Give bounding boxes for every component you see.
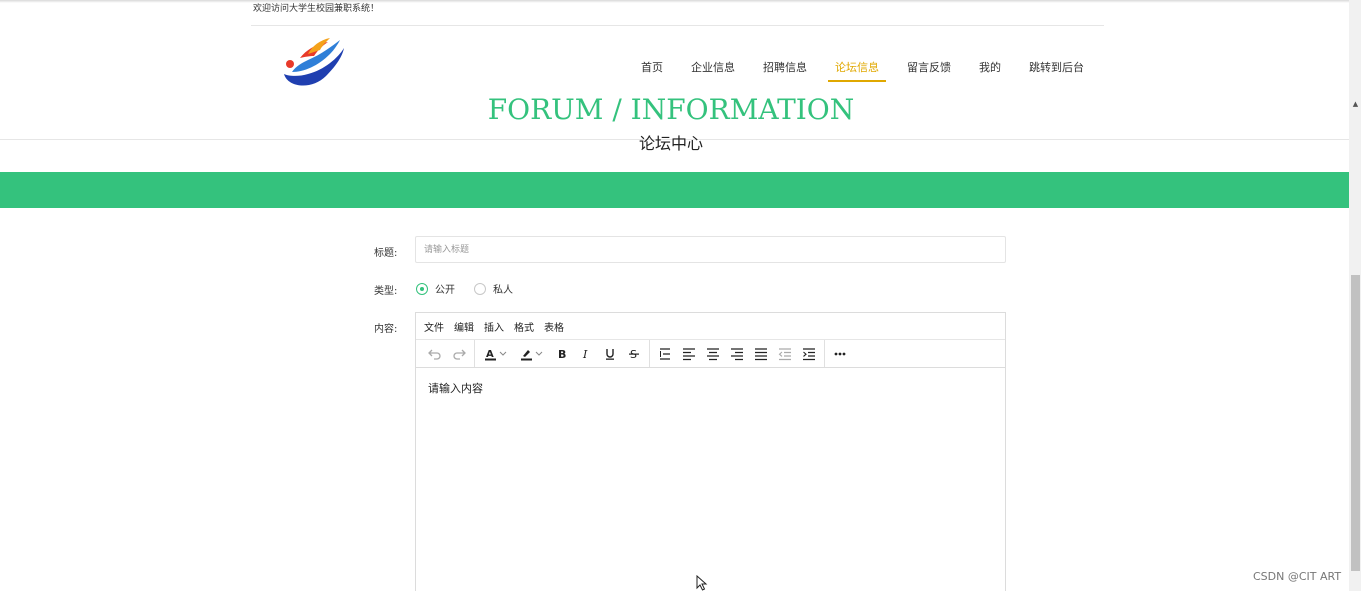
align-right-icon	[731, 347, 743, 360]
top-divider	[251, 25, 1104, 26]
mouse-cursor-icon	[696, 575, 708, 591]
svg-text:A: A	[486, 349, 494, 360]
align-right-button[interactable]	[725, 342, 749, 366]
editor-content-area[interactable]: 请输入内容	[416, 368, 1005, 408]
redo-button[interactable]	[447, 342, 471, 366]
content-placeholder: 请输入内容	[428, 382, 483, 395]
radio-private[interactable]: 私人	[474, 281, 513, 296]
undo-icon	[428, 349, 441, 360]
nav-home[interactable]: 首页	[634, 54, 670, 82]
scrollbar-thumb[interactable]	[1351, 275, 1360, 571]
strikethrough-button[interactable]: S	[622, 342, 646, 366]
align-justify-icon	[755, 347, 767, 360]
outdent-icon	[778, 347, 791, 360]
nav-feedback[interactable]: 留言反馈	[900, 54, 958, 82]
align-left-button[interactable]	[677, 342, 701, 366]
bold-icon: B	[558, 348, 566, 361]
radio-public-label: 公开	[435, 285, 455, 296]
nav-recruitment-info[interactable]: 招聘信息	[756, 54, 814, 82]
main-nav: 首页 企业信息 招聘信息 论坛信息 留言反馈 我的 跳转到后台	[634, 54, 1105, 82]
line-height-button[interactable]	[653, 342, 677, 366]
indent-button[interactable]	[797, 342, 821, 366]
top-shadow	[0, 0, 1349, 3]
undo-button[interactable]	[423, 342, 447, 366]
menu-table[interactable]: 表格	[544, 319, 564, 334]
align-left-icon	[683, 347, 695, 360]
history-group	[420, 340, 475, 367]
radio-public[interactable]: 公开	[416, 281, 455, 296]
page: 欢迎访问大学生校园兼职系统！ 首页 企业信息 招聘信息 论坛信息 留言反馈 我的…	[0, 0, 1361, 591]
strikethrough-icon: S	[629, 348, 639, 361]
menu-insert[interactable]: 插入	[484, 319, 504, 334]
watermark: CSDN @CIT ART	[1253, 570, 1342, 583]
text-color-button[interactable]: A	[478, 342, 514, 366]
radio-private-circle[interactable]	[474, 282, 486, 295]
scroll-up-arrow-icon[interactable]: ▲	[1351, 100, 1360, 108]
menu-edit[interactable]: 编辑	[454, 319, 474, 334]
nav-mine[interactable]: 我的	[972, 54, 1008, 82]
svg-text:B: B	[558, 348, 566, 361]
svg-text:I: I	[582, 348, 588, 361]
site-logo[interactable]	[278, 36, 348, 91]
radio-public-circle[interactable]	[416, 282, 428, 295]
more-group	[825, 340, 855, 367]
align-justify-button[interactable]	[749, 342, 773, 366]
more-dots-icon	[834, 352, 846, 355]
title-label: 标题:	[374, 248, 398, 259]
content-label: 内容:	[374, 324, 398, 335]
menu-file[interactable]: 文件	[424, 319, 444, 334]
title-input[interactable]	[415, 236, 1006, 263]
line-height-icon	[660, 347, 670, 360]
radio-private-label: 私人	[493, 285, 513, 296]
editor-menubar: 文件 编辑 插入 格式 表格	[416, 313, 1005, 340]
format-group: A B I S	[475, 340, 650, 367]
welcome-text: 欢迎访问大学生校园兼职系统！	[253, 4, 380, 14]
italic-button[interactable]: I	[574, 342, 598, 366]
redo-icon	[453, 349, 466, 360]
editor-toolbar: A B I S	[416, 340, 1005, 368]
green-banner	[0, 172, 1349, 208]
bold-button[interactable]: B	[550, 342, 574, 366]
nav-backend[interactable]: 跳转到后台	[1022, 54, 1091, 82]
highlight-icon	[521, 349, 543, 360]
rich-text-editor: 文件 编辑 插入 格式 表格 A B I 请输入内容	[415, 312, 1006, 591]
more-button[interactable]	[828, 342, 852, 366]
outdent-button[interactable]	[773, 342, 797, 366]
indent-icon	[803, 347, 815, 360]
paragraph-group	[650, 340, 825, 367]
highlight-color-button[interactable]	[514, 342, 550, 366]
hero-title: FORUM / INFORMATION	[487, 93, 855, 126]
hero-subtitle: 论坛中心	[638, 134, 703, 153]
underline-button[interactable]	[598, 342, 622, 366]
type-label: 类型:	[374, 286, 398, 297]
text-color-icon: A	[485, 349, 507, 360]
menu-format[interactable]: 格式	[514, 319, 534, 334]
nav-forum-info[interactable]: 论坛信息	[828, 54, 886, 82]
align-center-icon	[707, 347, 719, 360]
nav-company-info[interactable]: 企业信息	[684, 54, 742, 82]
underline-icon	[606, 348, 614, 360]
italic-icon: I	[582, 348, 588, 361]
align-center-button[interactable]	[701, 342, 725, 366]
